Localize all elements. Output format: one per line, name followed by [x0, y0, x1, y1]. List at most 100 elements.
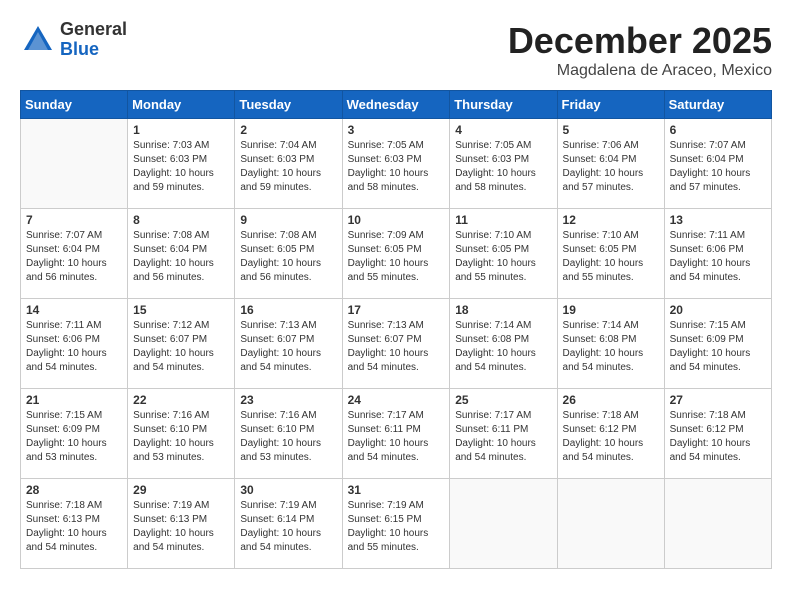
day-info: Sunrise: 7:19 AM Sunset: 6:15 PM Dayligh…: [348, 499, 445, 555]
day-number: 4: [455, 123, 551, 137]
day-of-week-thursday: Thursday: [450, 91, 557, 119]
calendar-cell: [21, 119, 128, 209]
day-info: Sunrise: 7:18 AM Sunset: 6:13 PM Dayligh…: [26, 499, 122, 555]
calendar-cell: 5 Sunrise: 7:06 AM Sunset: 6:04 PM Daylig…: [557, 119, 664, 209]
day-number: 17: [348, 303, 445, 317]
day-number: 3: [348, 123, 445, 137]
day-info: Sunrise: 7:19 AM Sunset: 6:14 PM Dayligh…: [240, 499, 336, 555]
day-number: 15: [133, 303, 229, 317]
day-info: Sunrise: 7:15 AM Sunset: 6:09 PM Dayligh…: [670, 319, 766, 375]
day-of-week-monday: Monday: [128, 91, 235, 119]
day-number: 25: [455, 393, 551, 407]
day-info: Sunrise: 7:07 AM Sunset: 6:04 PM Dayligh…: [26, 229, 122, 285]
day-info: Sunrise: 7:07 AM Sunset: 6:04 PM Dayligh…: [670, 139, 766, 195]
logo-icon: [20, 22, 56, 58]
calendar-cell: 4 Sunrise: 7:05 AM Sunset: 6:03 PM Daylig…: [450, 119, 557, 209]
calendar-week-2: 7Sunrise: 7:07 AM Sunset: 6:04 PM Daylig…: [21, 209, 772, 299]
calendar-cell: 7Sunrise: 7:07 AM Sunset: 6:04 PM Daylig…: [21, 209, 128, 299]
calendar-cell: 30 Sunrise: 7:19 AM Sunset: 6:14 PM Dayli…: [235, 479, 342, 569]
calendar-cell: 17 Sunrise: 7:13 AM Sunset: 6:07 PM Dayli…: [342, 299, 450, 389]
calendar-cell: 12Sunrise: 7:10 AM Sunset: 6:05 PM Dayli…: [557, 209, 664, 299]
day-of-week-saturday: Saturday: [664, 91, 771, 119]
day-info: Sunrise: 7:12 AM Sunset: 6:07 PM Dayligh…: [133, 319, 229, 375]
page-header: General Blue December 2025 Magdalena de …: [20, 20, 772, 80]
day-of-week-sunday: Sunday: [21, 91, 128, 119]
day-info: Sunrise: 7:16 AM Sunset: 6:10 PM Dayligh…: [240, 409, 336, 465]
day-info: Sunrise: 7:05 AM Sunset: 6:03 PM Dayligh…: [348, 139, 445, 195]
calendar-cell: 1 Sunrise: 7:03 AM Sunset: 6:03 PM Daylig…: [128, 119, 235, 209]
calendar-cell: 21 Sunrise: 7:15 AM Sunset: 6:09 PM Dayli…: [21, 389, 128, 479]
day-info: Sunrise: 7:17 AM Sunset: 6:11 PM Dayligh…: [348, 409, 445, 465]
day-of-week-friday: Friday: [557, 91, 664, 119]
calendar-cell: 9Sunrise: 7:08 AM Sunset: 6:05 PM Daylig…: [235, 209, 342, 299]
calendar-cell: 6 Sunrise: 7:07 AM Sunset: 6:04 PM Daylig…: [664, 119, 771, 209]
day-number: 12: [563, 213, 659, 227]
day-number: 28: [26, 483, 122, 497]
calendar-cell: [557, 479, 664, 569]
day-number: 16: [240, 303, 336, 317]
day-info: Sunrise: 7:18 AM Sunset: 6:12 PM Dayligh…: [670, 409, 766, 465]
day-number: 18: [455, 303, 551, 317]
day-number: 11: [455, 213, 551, 227]
calendar-body: 1 Sunrise: 7:03 AM Sunset: 6:03 PM Daylig…: [21, 119, 772, 569]
day-info: Sunrise: 7:10 AM Sunset: 6:05 PM Dayligh…: [455, 229, 551, 285]
day-info: Sunrise: 7:19 AM Sunset: 6:13 PM Dayligh…: [133, 499, 229, 555]
day-info: Sunrise: 7:15 AM Sunset: 6:09 PM Dayligh…: [26, 409, 122, 465]
day-number: 14: [26, 303, 122, 317]
calendar-cell: 3 Sunrise: 7:05 AM Sunset: 6:03 PM Daylig…: [342, 119, 450, 209]
calendar-cell: 16Sunrise: 7:13 AM Sunset: 6:07 PM Dayli…: [235, 299, 342, 389]
day-number: 30: [240, 483, 336, 497]
day-number: 2: [240, 123, 336, 137]
day-info: Sunrise: 7:13 AM Sunset: 6:07 PM Dayligh…: [348, 319, 445, 375]
day-number: 5: [563, 123, 659, 137]
calendar-cell: 2 Sunrise: 7:04 AM Sunset: 6:03 PM Daylig…: [235, 119, 342, 209]
day-header-row: SundayMondayTuesdayWednesdayThursdayFrid…: [21, 91, 772, 119]
calendar-cell: 29 Sunrise: 7:19 AM Sunset: 6:13 PM Dayli…: [128, 479, 235, 569]
day-info: Sunrise: 7:14 AM Sunset: 6:08 PM Dayligh…: [455, 319, 551, 375]
calendar-cell: 11 Sunrise: 7:10 AM Sunset: 6:05 PM Dayli…: [450, 209, 557, 299]
calendar-week-5: 28 Sunrise: 7:18 AM Sunset: 6:13 PM Dayli…: [21, 479, 772, 569]
calendar-cell: 28 Sunrise: 7:18 AM Sunset: 6:13 PM Dayli…: [21, 479, 128, 569]
day-number: 19: [563, 303, 659, 317]
day-number: 29: [133, 483, 229, 497]
calendar-header: SundayMondayTuesdayWednesdayThursdayFrid…: [21, 91, 772, 119]
day-info: Sunrise: 7:16 AM Sunset: 6:10 PM Dayligh…: [133, 409, 229, 465]
month-title: December 2025: [508, 20, 772, 62]
calendar-week-4: 21 Sunrise: 7:15 AM Sunset: 6:09 PM Dayli…: [21, 389, 772, 479]
calendar-table: SundayMondayTuesdayWednesdayThursdayFrid…: [20, 90, 772, 569]
day-number: 20: [670, 303, 766, 317]
day-number: 27: [670, 393, 766, 407]
day-number: 31: [348, 483, 445, 497]
calendar-cell: 15 Sunrise: 7:12 AM Sunset: 6:07 PM Dayli…: [128, 299, 235, 389]
calendar-cell: 27 Sunrise: 7:18 AM Sunset: 6:12 PM Dayli…: [664, 389, 771, 479]
day-info: Sunrise: 7:11 AM Sunset: 6:06 PM Dayligh…: [670, 229, 766, 285]
day-number: 23: [240, 393, 336, 407]
calendar-cell: 31 Sunrise: 7:19 AM Sunset: 6:15 PM Dayli…: [342, 479, 450, 569]
day-info: Sunrise: 7:14 AM Sunset: 6:08 PM Dayligh…: [563, 319, 659, 375]
logo-general: General: [60, 20, 127, 40]
day-info: Sunrise: 7:08 AM Sunset: 6:04 PM Dayligh…: [133, 229, 229, 285]
logo: General Blue: [20, 20, 127, 60]
day-number: 8: [133, 213, 229, 227]
day-number: 6: [670, 123, 766, 137]
day-info: Sunrise: 7:04 AM Sunset: 6:03 PM Dayligh…: [240, 139, 336, 195]
logo-text: General Blue: [60, 20, 127, 60]
day-info: Sunrise: 7:03 AM Sunset: 6:03 PM Dayligh…: [133, 139, 229, 195]
calendar-cell: 19 Sunrise: 7:14 AM Sunset: 6:08 PM Dayli…: [557, 299, 664, 389]
calendar-cell: 24 Sunrise: 7:17 AM Sunset: 6:11 PM Dayli…: [342, 389, 450, 479]
day-number: 26: [563, 393, 659, 407]
day-info: Sunrise: 7:11 AM Sunset: 6:06 PM Dayligh…: [26, 319, 122, 375]
day-info: Sunrise: 7:05 AM Sunset: 6:03 PM Dayligh…: [455, 139, 551, 195]
day-info: Sunrise: 7:06 AM Sunset: 6:04 PM Dayligh…: [563, 139, 659, 195]
calendar-week-1: 1 Sunrise: 7:03 AM Sunset: 6:03 PM Daylig…: [21, 119, 772, 209]
calendar-cell: 14 Sunrise: 7:11 AM Sunset: 6:06 PM Dayli…: [21, 299, 128, 389]
day-number: 1: [133, 123, 229, 137]
day-number: 22: [133, 393, 229, 407]
title-area: December 2025 Magdalena de Araceo, Mexic…: [508, 20, 772, 80]
day-number: 24: [348, 393, 445, 407]
location: Magdalena de Araceo, Mexico: [508, 62, 772, 80]
day-info: Sunrise: 7:17 AM Sunset: 6:11 PM Dayligh…: [455, 409, 551, 465]
day-number: 13: [670, 213, 766, 227]
day-number: 21: [26, 393, 122, 407]
calendar-cell: 13 Sunrise: 7:11 AM Sunset: 6:06 PM Dayli…: [664, 209, 771, 299]
